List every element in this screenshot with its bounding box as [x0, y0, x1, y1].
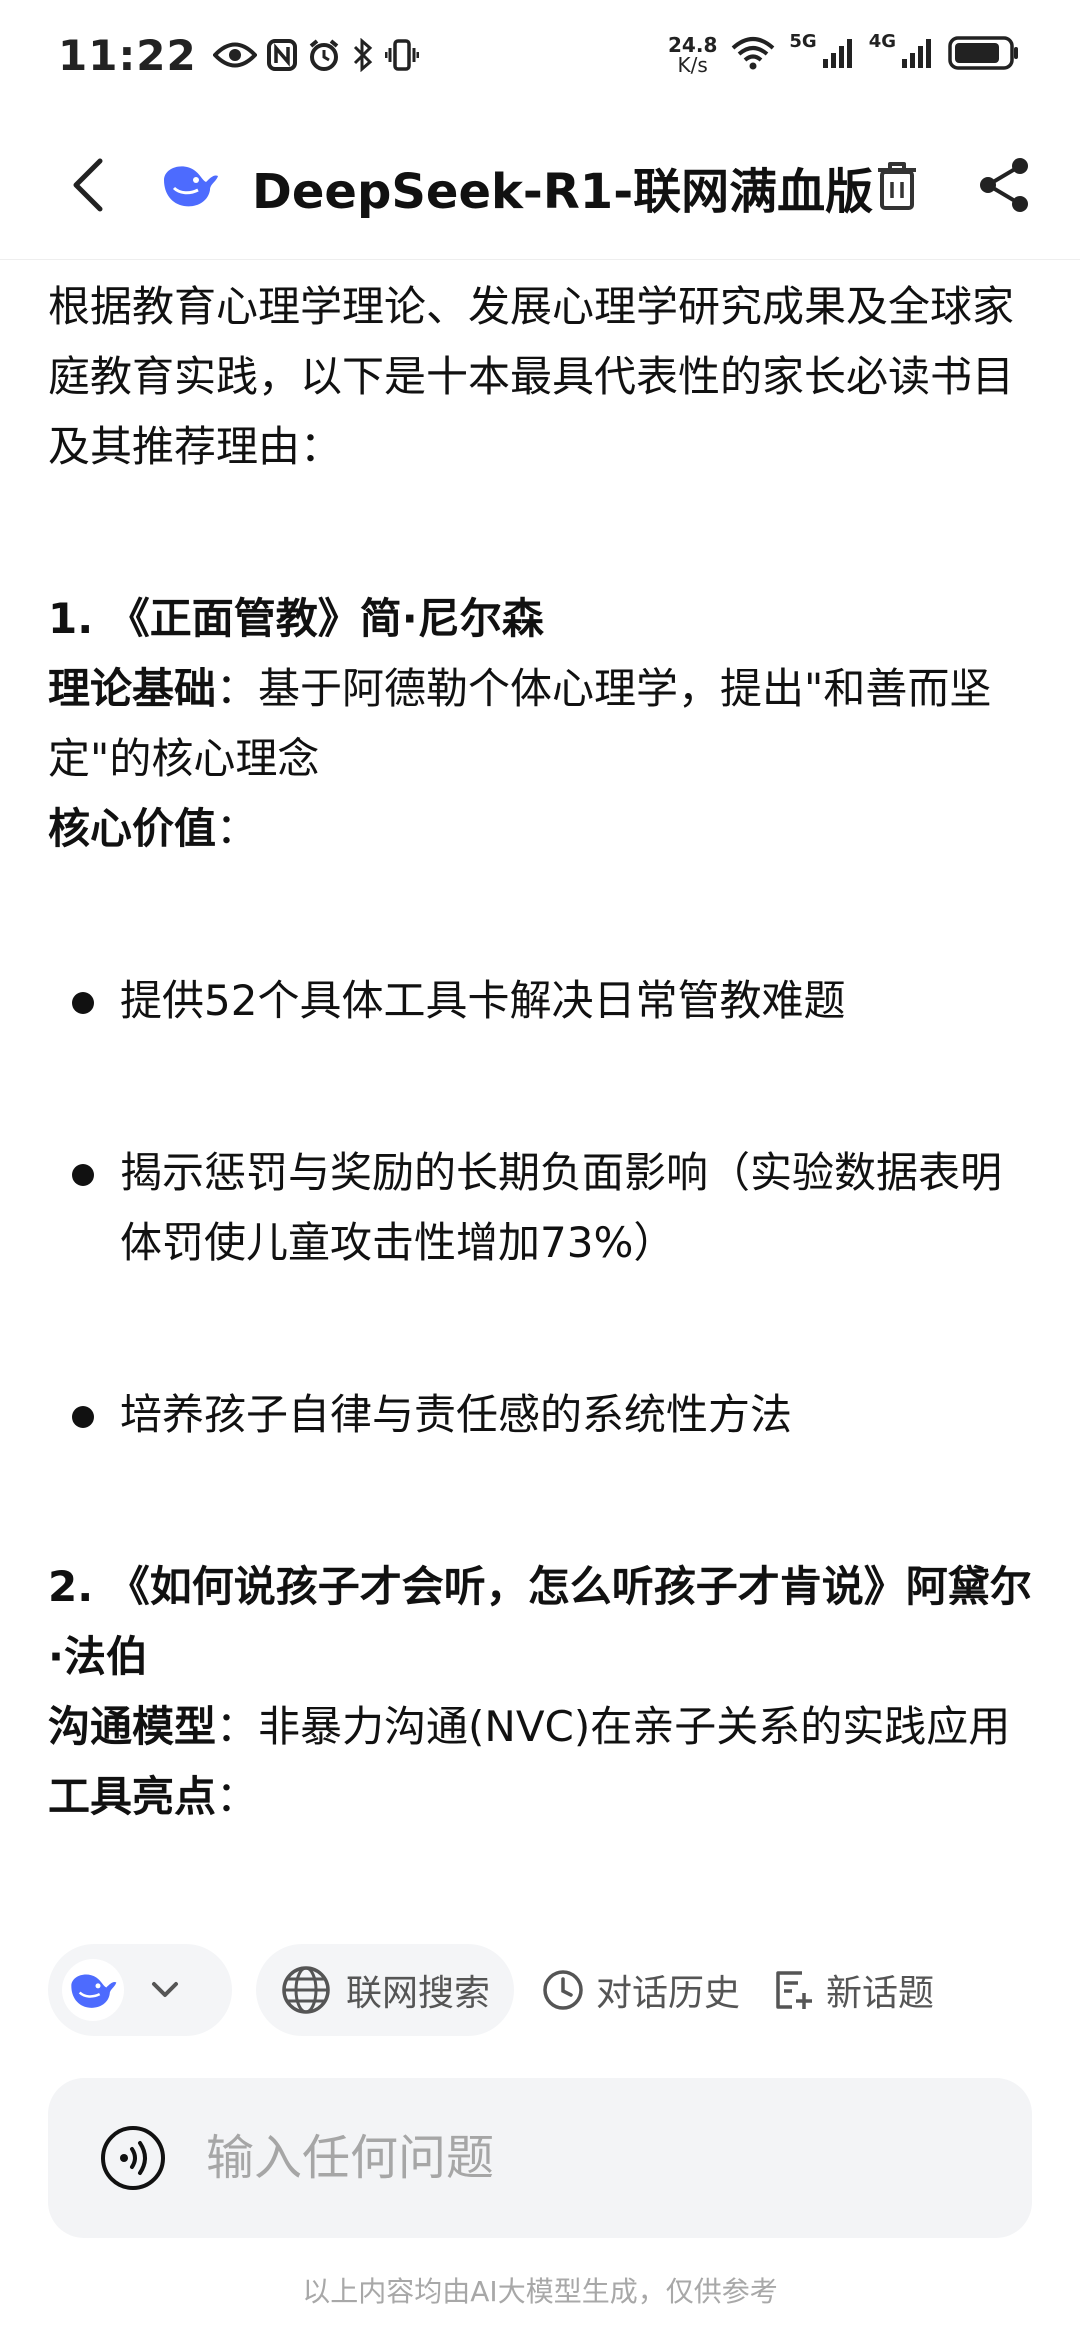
battery-icon: [948, 35, 1020, 75]
new-topic-label: 新话题: [826, 1973, 935, 2014]
delete-chat-button[interactable]: [872, 158, 922, 214]
bluetooth-icon: [351, 38, 375, 72]
nfc-icon: [266, 39, 297, 71]
book1-bullet-list: 提供52个具体工具卡解决日常管教难题 揭示惩罚与奖励的长期负面影响（实验数据表明…: [48, 966, 1038, 1450]
signal2-label: 4G: [868, 30, 896, 52]
deepseek-logo-icon: [62, 1959, 124, 2021]
app-screen: 11:22 24.8 K/s 5G 4G DeepSeek-R1-联网满血版 根…: [0, 0, 1080, 2340]
web-search-label: 联网搜索: [346, 1973, 491, 2014]
vibrate-icon: [384, 38, 419, 72]
book2-tools-label: 工具亮点: [48, 1772, 217, 1821]
book2-model-label: 沟通模型: [48, 1702, 217, 1751]
voice-icon: [101, 2126, 165, 2190]
book1-theory-label: 理论基础: [48, 664, 217, 713]
book1-value-colon: ：: [216, 804, 259, 853]
new-topic-button[interactable]: 新话题: [768, 1944, 938, 2036]
chat-response: 根据教育心理学理论、发展心理学研究成果及全球家庭教育实践，以下是十本最具代表性的…: [48, 272, 1038, 1832]
new-topic-icon: [776, 1971, 813, 2009]
clock-icon: [543, 1970, 583, 2010]
eye-icon: [212, 40, 257, 70]
back-button[interactable]: [58, 155, 118, 215]
chat-header: DeepSeek-R1-联网满血版: [0, 110, 1080, 260]
chevron-down-icon: [152, 1982, 178, 1997]
book1-value: 核心价值：: [48, 794, 1038, 864]
book2-model: 沟通模型：非暴力沟通(NVC)在亲子关系的实践应用: [48, 1692, 1038, 1762]
signal1-label: 5G: [789, 30, 817, 52]
status-bar: 11:22 24.8 K/s 5G 4G: [0, 0, 1080, 110]
ai-disclaimer: 以上内容均由AI大模型生成，仅供参考: [302, 2275, 778, 2308]
book1-value-label: 核心价值: [48, 804, 217, 853]
book2-heading: 2. 《如何说孩子才会听，怎么听孩子才肯说》阿黛尔·法伯: [48, 1562, 1032, 1681]
net-speed-unit: K/s: [677, 53, 708, 77]
book2-tools: 工具亮点：: [48, 1762, 1038, 1832]
chat-toolbar: 联网搜索 对话历史 新话题: [48, 1942, 1048, 2038]
status-icons-left: [212, 38, 419, 72]
deepseek-logo-icon: [160, 160, 220, 210]
book2-tools-colon: ：: [216, 1772, 259, 1821]
history-label: 对话历史: [596, 1973, 741, 2014]
share-button[interactable]: [976, 156, 1032, 214]
status-right: 24.8 K/s 5G 4G: [668, 31, 1020, 75]
network-speed: 24.8 K/s: [668, 35, 717, 75]
chat-input-box: [48, 2078, 1032, 2238]
list-item: 提供52个具体工具卡解决日常管教难题: [48, 966, 1038, 1036]
model-selector-button[interactable]: [48, 1944, 232, 2036]
history-button[interactable]: 对话历史: [538, 1944, 744, 2036]
status-time: 11:22: [58, 30, 197, 80]
status-left: 11:22: [58, 31, 419, 80]
message-input[interactable]: [206, 2130, 1032, 2186]
list-item: 培养孩子自律与责任感的系统性方法: [48, 1380, 1038, 1450]
trash-icon: [878, 162, 916, 210]
book2-model-text: ：非暴力沟通(NVC)在亲子关系的实践应用: [216, 1702, 1011, 1751]
alarm-icon: [307, 38, 341, 72]
globe-icon: [282, 1966, 330, 2014]
book1-heading: 1. 《正面管教》简·尼尔森: [48, 594, 544, 643]
book2-section: 2. 《如何说孩子才会听，怎么听孩子才肯说》阿黛尔·法伯 沟通模型：非暴力沟通(…: [48, 1552, 1038, 1832]
book1-theory: 理论基础：基于阿德勒个体心理学，提出"和善而坚定"的核心理念: [48, 654, 1038, 794]
share-icon: [980, 158, 1028, 212]
signal-icon: [821, 37, 855, 73]
wifi-icon: [731, 36, 775, 74]
page-title: DeepSeek-R1-联网满血版: [252, 164, 874, 220]
back-icon: [73, 158, 103, 212]
signal-icon: [900, 37, 934, 73]
web-search-button[interactable]: 联网搜索: [256, 1944, 515, 2036]
net-speed-value: 24.8: [668, 33, 718, 57]
voice-input-button[interactable]: [100, 2125, 166, 2191]
list-item: 揭示惩罚与奖励的长期负面影响（实验数据表明体罚使儿童攻击性增加73%）: [48, 1138, 1038, 1278]
response-intro: 根据教育心理学理论、发展心理学研究成果及全球家庭教育实践，以下是十本最具代表性的…: [48, 282, 1015, 471]
